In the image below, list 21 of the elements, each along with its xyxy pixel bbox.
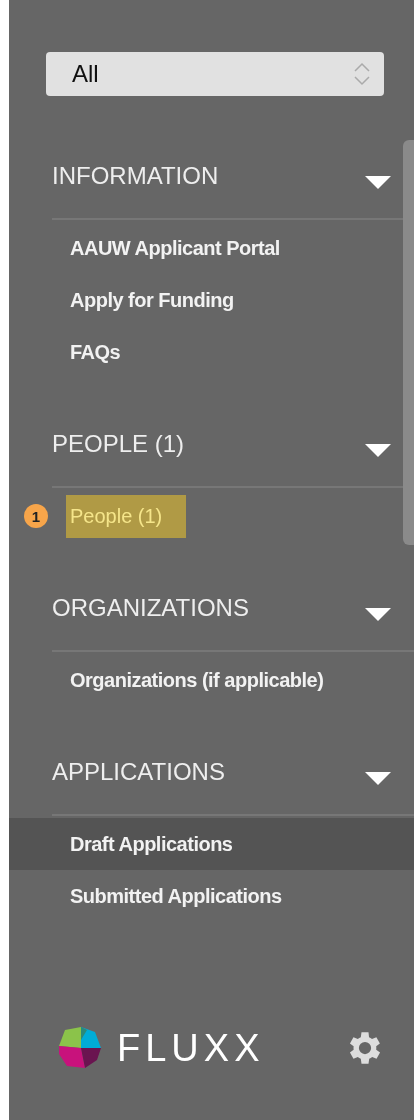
nav-link[interactable]: Apply for Funding — [70, 282, 234, 318]
dropdown-triangle-icon[interactable] — [364, 174, 392, 190]
colorful-logo-icon — [57, 1026, 103, 1070]
step-number-badge: 1 — [24, 504, 48, 528]
dropdown-triangle-icon[interactable] — [364, 606, 392, 622]
filter-dropdown[interactable]: All — [46, 52, 384, 96]
brand-wordmark: FLUXX — [117, 1026, 265, 1070]
scrollbar[interactable] — [403, 140, 414, 545]
section-header[interactable]: PEOPLE (1) — [52, 426, 185, 462]
nav-link[interactable]: FAQs — [70, 334, 121, 370]
section-header[interactable]: INFORMATION — [52, 158, 219, 194]
selected-nav-row[interactable]: Draft Applications — [9, 818, 414, 870]
section-header[interactable]: ORGANIZATIONS — [52, 590, 249, 626]
section-header[interactable]: APPLICATIONS — [52, 754, 225, 790]
nav-link[interactable]: AAUW Applicant Portal — [70, 230, 280, 266]
dropdown-triangle-icon[interactable] — [364, 770, 392, 786]
up-down-arrows-icon — [352, 61, 372, 87]
nav-link[interactable]: Submitted Applications — [70, 878, 282, 914]
dropdown-triangle-icon[interactable] — [364, 442, 392, 458]
nav-link[interactable]: Draft Applications — [70, 826, 233, 862]
nav-link[interactable]: Organizations (if applicable) — [70, 662, 324, 698]
